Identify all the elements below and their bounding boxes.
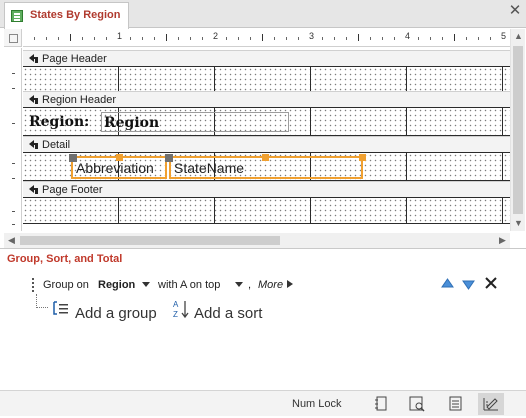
num-lock-indicator: Num Lock [292,398,342,410]
detail-label: Detail [42,139,71,151]
page-footer-label: Page Footer [42,184,103,196]
add-sort-icon[interactable]: A Z [172,299,190,319]
report-icon [11,10,23,22]
section-arrow-icon [29,185,38,194]
ruler-number: 2 [213,31,219,41]
report-view-icon[interactable] [368,393,394,415]
ruler-number: 1 [117,31,123,41]
delete-icon[interactable] [485,277,497,289]
separator: , [248,279,252,291]
ruler-number: 3 [309,31,315,41]
more-arrow-icon[interactable] [287,280,293,288]
close-document-icon[interactable]: ✕ [507,3,523,19]
region-textbox-control[interactable]: Region [101,112,289,132]
tree-connector [36,294,48,308]
page-header-section[interactable] [23,67,510,92]
page-header-label: Page Header [42,53,107,65]
scroll-up-icon[interactable]: ▲ [511,29,526,44]
print-preview-icon[interactable] [404,393,430,415]
more-button[interactable]: More [258,279,283,291]
scroll-left-icon[interactable]: ◀ [4,233,19,248]
add-sort-button[interactable]: Add a sort [194,305,262,322]
scroll-down-icon[interactable]: ▼ [511,216,526,231]
resize-handle[interactable] [359,154,366,161]
section-arrow-icon [29,140,38,149]
svg-text:A: A [173,300,179,309]
chevron-down-icon[interactable] [235,282,243,287]
sort-order-select[interactable]: with A on top [158,279,220,291]
add-group-icon[interactable] [52,301,70,317]
ruler-number: 5 [501,31,507,41]
move-handle[interactable] [69,154,77,162]
vertical-ruler[interactable] [4,48,22,231]
report-design-canvas[interactable]: Page Header Region Header Detail Page Fo… [23,48,510,231]
document-tab[interactable]: States By Region [4,2,129,29]
horizontal-scrollbar[interactable]: ◀ ▶ [4,233,510,248]
drag-handle-icon[interactable] [32,278,35,292]
status-bar: Num Lock [0,390,526,416]
horizontal-ruler[interactable]: 1 2 3 4 5 [23,29,510,47]
page-footer-section[interactable] [23,198,510,224]
section-arrow-icon [29,95,38,104]
document-tab-strip: States By Region ✕ [0,0,526,29]
svg-text:Z: Z [173,310,178,319]
move-up-icon[interactable] [441,278,454,288]
scroll-right-icon[interactable]: ▶ [495,233,510,248]
select-report-box[interactable] [4,29,22,47]
ruler-number: 4 [405,31,411,41]
pane-title: Group, Sort, and Total [7,253,123,265]
move-handle[interactable] [165,154,173,162]
group-sort-total-pane: Group, Sort, and Total Group on Region w… [0,248,526,390]
vertical-scrollbar[interactable]: ▲ ▼ [510,29,525,231]
layout-view-icon[interactable] [442,393,468,415]
chevron-down-icon[interactable] [142,282,150,287]
resize-handle[interactable] [116,154,123,161]
region-label-control[interactable]: Region: [29,112,89,132]
resize-handle[interactable] [262,154,269,161]
document-tab-title: States By Region [30,9,121,21]
add-group-button[interactable]: Add a group [75,305,157,322]
group-on-label: Group on [43,279,89,291]
region-header-label: Region Header [42,94,116,106]
group-field-select[interactable]: Region [98,279,135,291]
horizontal-scroll-thumb[interactable] [20,236,280,245]
design-view-icon[interactable] [478,393,504,415]
page-header-bar[interactable]: Page Header [23,50,510,67]
page-footer-bar[interactable]: Page Footer [23,181,510,198]
vertical-scroll-thumb[interactable] [513,46,523,214]
section-arrow-icon [29,54,38,63]
detail-bar[interactable]: Detail [23,136,510,153]
move-down-icon[interactable] [462,280,475,290]
region-header-bar[interactable]: Region Header [23,91,510,108]
